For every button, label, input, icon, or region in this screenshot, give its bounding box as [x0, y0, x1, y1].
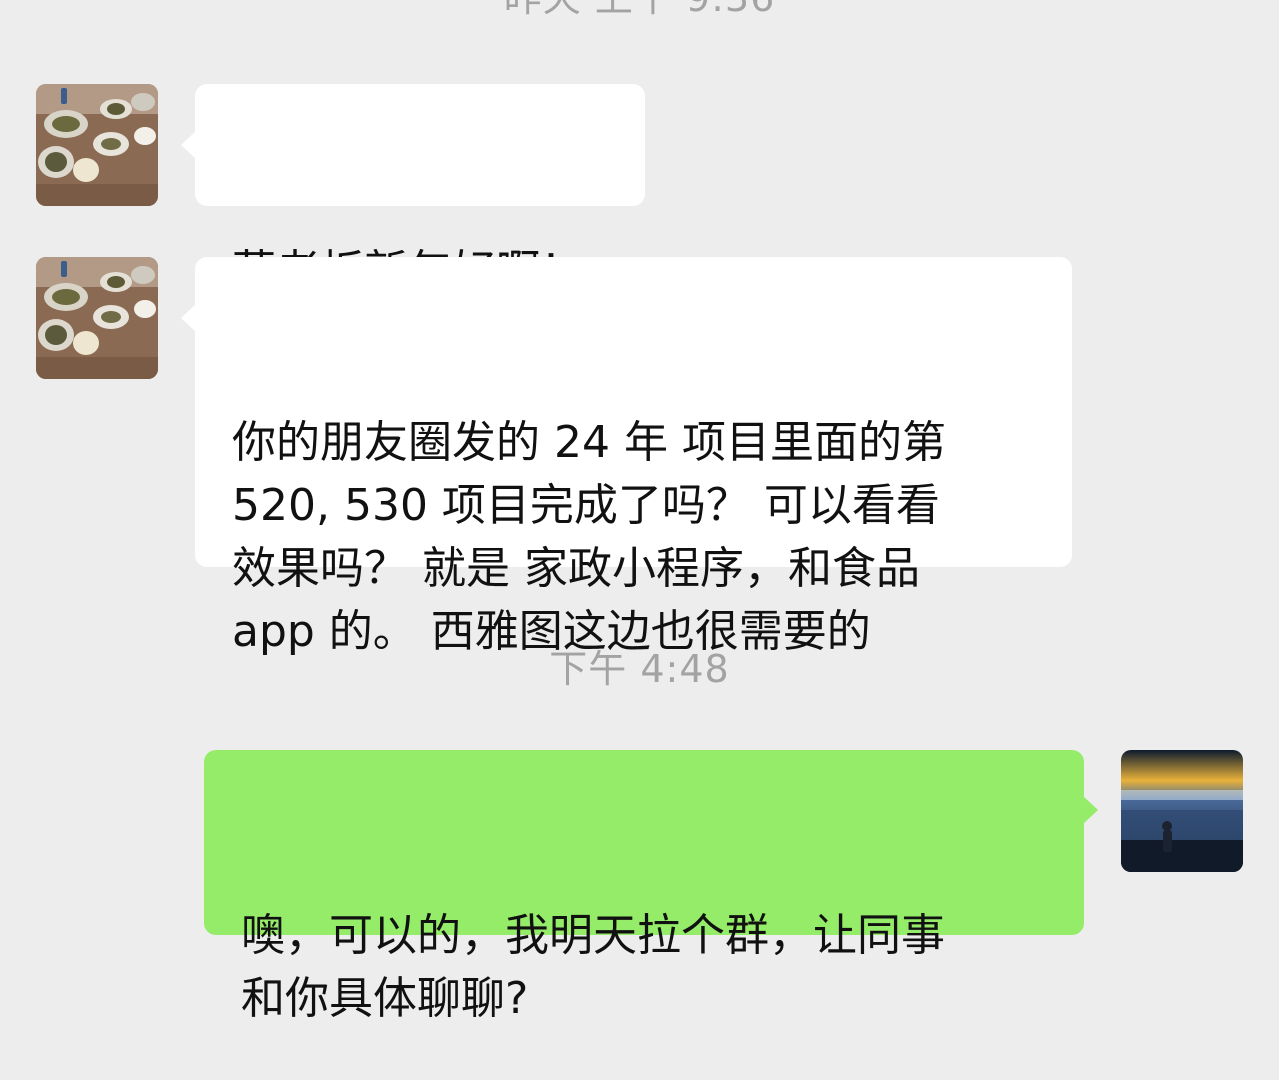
message-bubble-incoming[interactable]: 蔡老板新年好啊！ — [181, 84, 645, 297]
message-text: 你的朋友圈发的 24 年 项目里面的第 520, 530 项目完成了吗？ 可以看… — [232, 417, 946, 657]
timestamp-yesterday: 昨天 上午 9:36 — [0, 0, 1279, 22]
message-bubble-incoming[interactable]: 你的朋友圈发的 24 年 项目里面的第 520, 530 项目完成了吗？ 可以看… — [181, 257, 1072, 657]
contact-avatar[interactable] — [36, 84, 158, 206]
message-text: 噢，可以的，我明天拉个群，让同事 和你具体聊聊? — [241, 910, 945, 1024]
timestamp-afternoon: 下午 4:48 — [549, 647, 730, 691]
food-table-photo-icon — [36, 84, 158, 206]
bubble-tail — [1083, 796, 1098, 824]
self-avatar[interactable] — [1121, 750, 1243, 872]
contact-avatar[interactable] — [36, 257, 158, 379]
seaside-night-photo-icon — [1121, 750, 1243, 872]
bubble-tail — [181, 131, 196, 159]
bubble-tail — [181, 304, 196, 332]
message-bubble-outgoing[interactable]: 噢，可以的，我明天拉个群，让同事 和你具体聊聊? — [204, 750, 1098, 1024]
food-table-photo-icon — [36, 257, 158, 379]
